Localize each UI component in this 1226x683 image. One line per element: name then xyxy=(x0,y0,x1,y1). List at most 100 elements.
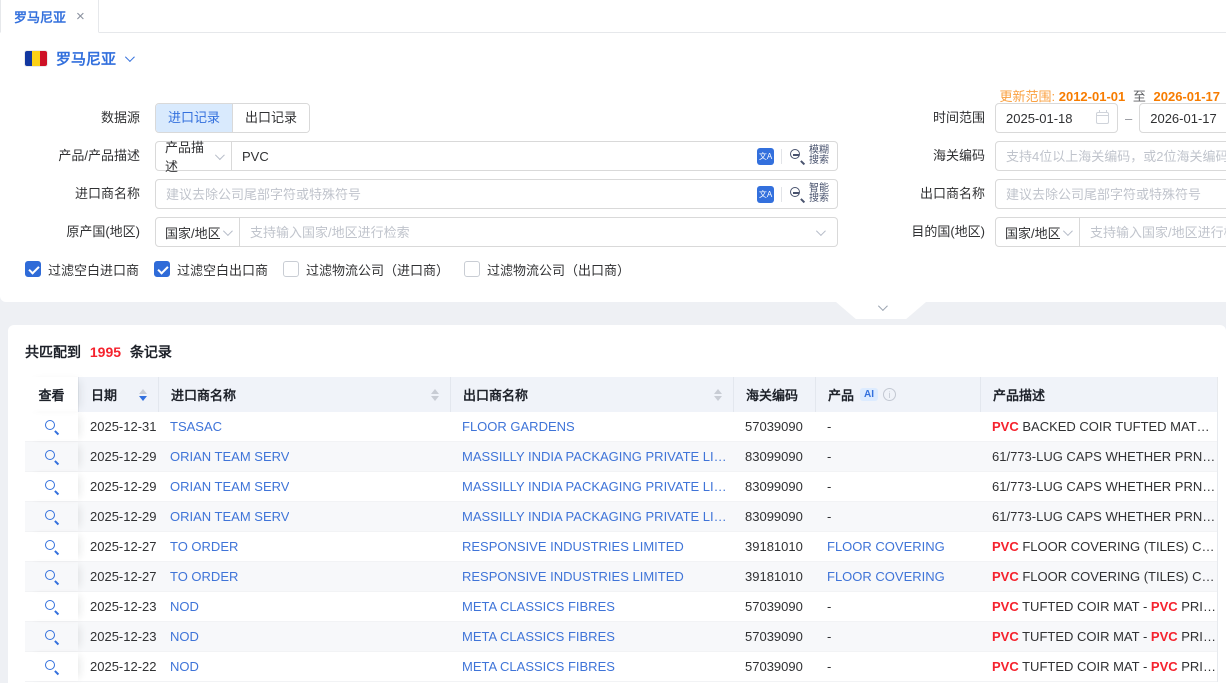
product-cell: - xyxy=(815,442,980,471)
origin-country-input[interactable] xyxy=(240,219,816,245)
view-detail-search-icon[interactable] xyxy=(44,509,59,524)
description-cell: 61/773-LUG CAPS WHETHER PRNTD... xyxy=(980,472,1218,501)
exporter-cell: META CLASSICS FIBRES xyxy=(450,622,733,651)
description-segment: PVC xyxy=(992,599,1019,614)
sort-icons[interactable] xyxy=(431,389,439,401)
description-segment: PVC xyxy=(992,419,1019,434)
date-cell: 2025-12-31 xyxy=(78,412,158,441)
country-selector[interactable]: 罗马尼亚 xyxy=(25,46,132,70)
checkbox-icon[interactable] xyxy=(25,261,41,277)
view-cell xyxy=(25,412,78,441)
chevron-down-icon xyxy=(816,226,826,236)
end-date-input[interactable] xyxy=(1140,111,1226,126)
importer-input[interactable] xyxy=(156,181,757,207)
exporter-link[interactable]: MASSILLY INDIA PACKAGING PRIVATE LIMI... xyxy=(462,509,733,524)
description-cell: PVC BACKED COIR TUFTED MATS-P... xyxy=(980,412,1218,441)
dest-country-select[interactable]: 国家/地区 xyxy=(995,217,1080,247)
exporter-cell: RESPONSIVE INDUSTRIES LIMITED xyxy=(450,532,733,561)
sort-icons[interactable] xyxy=(714,389,722,401)
date-cell: 2025-12-22 xyxy=(78,652,158,681)
product-cell: - xyxy=(815,412,980,441)
importer-link[interactable]: ORIAN TEAM SERV xyxy=(170,509,289,524)
importer-cell: ORIAN TEAM SERV xyxy=(158,502,450,531)
description-cell: PVC TUFTED COIR MAT - PVC PRINT... xyxy=(980,652,1218,681)
start-date-input[interactable] xyxy=(996,111,1096,126)
description-cell: PVC TUFTED COIR MAT - PVC PRINT... xyxy=(980,592,1218,621)
importer-link[interactable]: TO ORDER xyxy=(170,569,238,584)
view-detail-search-icon[interactable] xyxy=(44,659,59,674)
importer-link[interactable]: ORIAN TEAM SERV xyxy=(170,449,289,464)
exporter-link[interactable]: MASSILLY INDIA PACKAGING PRIVATE LIMI... xyxy=(462,479,733,494)
country-name: 罗马尼亚 xyxy=(56,48,116,69)
importer-link[interactable]: NOD xyxy=(170,599,199,614)
data-source-toggle: 进口记录 出口记录 xyxy=(155,103,310,133)
product-input[interactable] xyxy=(232,143,757,169)
start-date-field[interactable] xyxy=(995,103,1118,133)
smart-search-button[interactable]: 智能 搜索 xyxy=(789,184,829,204)
table-row: 2025-12-29ORIAN TEAM SERVMASSILLY INDIA … xyxy=(25,472,1217,502)
product-cell: FLOOR COVERING xyxy=(815,562,980,591)
exporter-link[interactable]: MASSILLY INDIA PACKAGING PRIVATE LIMI... xyxy=(462,449,733,464)
date-cell: 2025-12-27 xyxy=(78,532,158,561)
importer-link[interactable]: NOD xyxy=(170,659,199,674)
product-type-select[interactable]: 产品描述 xyxy=(155,141,232,171)
product-cell: - xyxy=(815,592,980,621)
view-detail-search-icon[interactable] xyxy=(44,629,59,644)
column-header-date[interactable]: 日期 xyxy=(78,377,158,412)
product-link[interactable]: FLOOR COVERING xyxy=(827,569,945,584)
product-link[interactable]: FLOOR COVERING xyxy=(827,539,945,554)
end-date-field[interactable] xyxy=(1139,103,1226,133)
description-segment: PVC xyxy=(992,659,1019,674)
import-records-option[interactable]: 进口记录 xyxy=(156,104,232,132)
description-segment: P... xyxy=(1210,419,1218,434)
result-count: 共匹配到 1995 条记录 xyxy=(25,342,172,362)
view-detail-search-icon[interactable] xyxy=(44,479,59,494)
importer-link[interactable]: ORIAN TEAM SERV xyxy=(170,479,289,494)
tab-romania[interactable]: 罗马尼亚 × xyxy=(0,0,99,33)
collapse-filter-handle[interactable] xyxy=(836,302,926,319)
exporter-link[interactable]: FLOOR GARDENS xyxy=(462,419,575,434)
description-segment: FLOOR COVERING (TILES) CONT... xyxy=(1019,569,1218,584)
result-count-number: 1995 xyxy=(90,344,121,360)
importer-input-group: 文A 智能 搜索 xyxy=(155,179,838,209)
translate-icon[interactable]: 文A xyxy=(757,186,774,203)
importer-link[interactable]: NOD xyxy=(170,629,199,644)
view-detail-search-icon[interactable] xyxy=(44,449,59,464)
sort-icons[interactable] xyxy=(139,389,147,401)
exporter-cell: MASSILLY INDIA PACKAGING PRIVATE LIMI... xyxy=(450,502,733,531)
importer-link[interactable]: TO ORDER xyxy=(170,539,238,554)
exporter-input[interactable] xyxy=(995,179,1226,209)
fuzzy-search-button[interactable]: 模糊 搜索 xyxy=(789,146,829,166)
trade-data-app: { "icons": { "close": "×", "translate": … xyxy=(0,0,1226,683)
filter-blank-exporter-checkbox[interactable]: 过滤空白出口商 xyxy=(154,260,268,279)
importer-link[interactable]: TSASAC xyxy=(170,419,222,434)
view-detail-search-icon[interactable] xyxy=(44,539,59,554)
description-segment: 61/773-LUG CAPS WHETHER PRNTD... xyxy=(992,479,1218,494)
hs-code-input[interactable] xyxy=(995,141,1226,171)
exporter-link[interactable]: META CLASSICS FIBRES xyxy=(462,629,615,644)
view-detail-search-icon[interactable] xyxy=(44,599,59,614)
checkbox-icon[interactable] xyxy=(464,261,480,277)
filter-blank-importer-checkbox[interactable]: 过滤空白进口商 xyxy=(25,260,139,279)
filter-logistics-importer-checkbox[interactable]: 过滤物流公司（进口商） xyxy=(283,260,449,279)
origin-country-select[interactable]: 国家/地区 xyxy=(155,217,240,247)
export-records-option[interactable]: 出口记录 xyxy=(232,104,309,132)
exporter-link[interactable]: META CLASSICS FIBRES xyxy=(462,599,615,614)
date-cell: 2025-12-29 xyxy=(78,442,158,471)
close-icon[interactable]: × xyxy=(76,9,85,24)
filter-logistics-exporter-checkbox[interactable]: 过滤物流公司（出口商） xyxy=(464,260,630,279)
column-label: 进口商名称 xyxy=(171,385,236,404)
checkbox-icon[interactable] xyxy=(154,261,170,277)
view-detail-search-icon[interactable] xyxy=(44,419,59,434)
view-detail-search-icon[interactable] xyxy=(44,569,59,584)
checkbox-icon[interactable] xyxy=(283,261,299,277)
info-icon[interactable]: i xyxy=(883,388,896,401)
column-header-importer[interactable]: 进口商名称 xyxy=(158,377,450,412)
description-cell: PVC TUFTED COIR MAT - PVC PRINT... xyxy=(980,622,1218,651)
exporter-link[interactable]: RESPONSIVE INDUSTRIES LIMITED xyxy=(462,569,684,584)
exporter-link[interactable]: RESPONSIVE INDUSTRIES LIMITED xyxy=(462,539,684,554)
column-header-exporter[interactable]: 出口商名称 xyxy=(450,377,733,412)
exporter-link[interactable]: META CLASSICS FIBRES xyxy=(462,659,615,674)
translate-icon[interactable]: 文A xyxy=(757,148,774,165)
dest-country-input[interactable] xyxy=(1080,219,1226,245)
